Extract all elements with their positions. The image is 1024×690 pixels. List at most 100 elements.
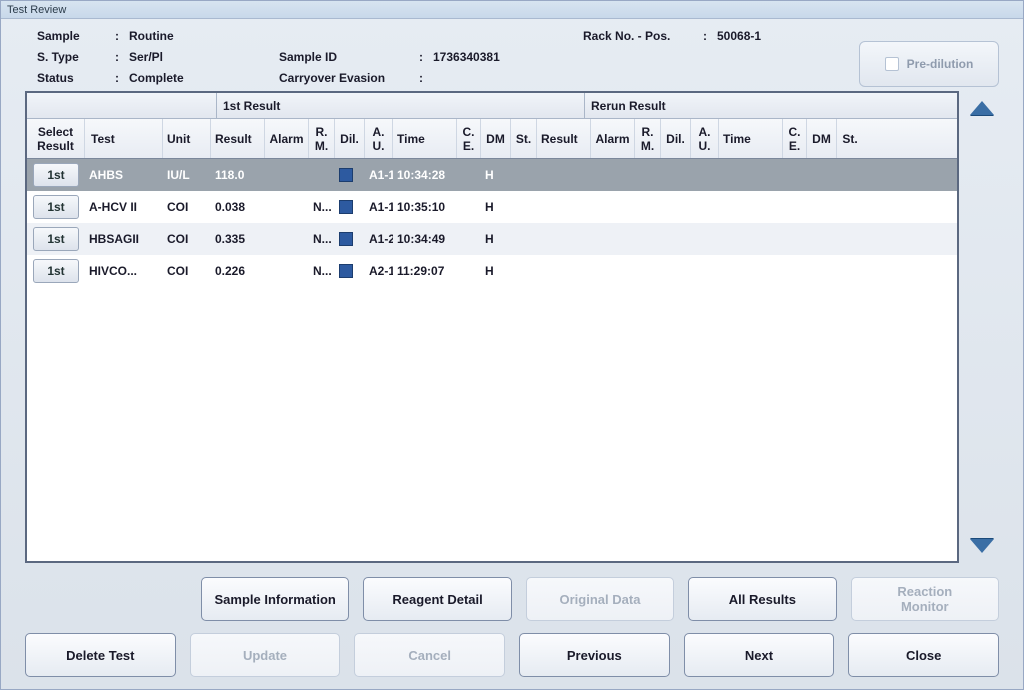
cancel-button[interactable]: Cancel [354, 633, 505, 677]
vertical-scrollbar[interactable] [965, 91, 999, 563]
col-ce[interactable]: C. E. [457, 119, 481, 158]
table-row[interactable]: 1stHBSAGIICOI0.335N...A1-210:34:49H [27, 223, 957, 255]
cell-result: 0.226 [211, 264, 265, 278]
column-headers: Select Result Test Unit Result Alarm R. … [27, 119, 957, 159]
col-rerun-au[interactable]: A. U. [691, 119, 719, 158]
cell-unit: IU/L [163, 168, 211, 182]
table-row[interactable]: 1stA-HCV IICOI0.038N...A1-110:35:10H [27, 191, 957, 223]
carryover-label: Carryover Evasion [279, 71, 419, 85]
cell-au: A1-1 [365, 200, 393, 214]
sampleid-value: 1736340381 [433, 50, 583, 64]
col-test[interactable]: Test [85, 119, 163, 158]
scroll-down-button[interactable] [965, 529, 999, 563]
chevron-up-icon [970, 101, 994, 115]
cell-dil [335, 232, 365, 246]
cell-result: 118.0 [211, 168, 265, 182]
cell-time: 11:29:07 [393, 264, 457, 278]
col-rerun-st[interactable]: St. [837, 119, 863, 158]
col-result[interactable]: Result [211, 119, 265, 158]
cell-rm: N... [309, 264, 335, 278]
select-result-button[interactable]: 1st [33, 259, 79, 283]
rows-container: 1stAHBSIU/L118.0A1-110:34:28H1stA-HCV II… [27, 159, 957, 561]
cell-dm: H [481, 200, 511, 214]
carryover-value [433, 71, 583, 85]
col-st[interactable]: St. [511, 119, 537, 158]
reaction-monitor-button[interactable]: Reaction Monitor [851, 577, 999, 621]
test-review-window: Test Review Sample : Routine Rack No. - … [0, 0, 1024, 690]
cell-unit: COI [163, 232, 211, 246]
sample-info-panel: Sample : Routine Rack No. - Pos. : 50068… [1, 19, 1023, 91]
col-time[interactable]: Time [393, 119, 457, 158]
reagent-detail-button[interactable]: Reagent Detail [363, 577, 511, 621]
status-label: Status [37, 71, 115, 85]
col-unit[interactable]: Unit [163, 119, 211, 158]
cell-dil [335, 264, 365, 278]
col-rerun-alarm[interactable]: Alarm [591, 119, 635, 158]
cell-time: 10:35:10 [393, 200, 457, 214]
col-rerun-dil[interactable]: Dil. [661, 119, 691, 158]
col-dm[interactable]: DM [481, 119, 511, 158]
button-row-1: Sample Information Reagent Detail Origin… [1, 571, 1023, 627]
dilution-icon [339, 200, 353, 214]
cell-test: HIVCO... [85, 264, 163, 278]
col-rerun-time[interactable]: Time [719, 119, 783, 158]
table-row[interactable]: 1st HIVCO...COI0.226 N... A2-111:29:07 H [27, 255, 957, 287]
pre-dilution-label: Pre-dilution [907, 57, 974, 71]
cell-rm: N... [309, 232, 335, 246]
cell-test: HBSAGII [85, 232, 163, 246]
window-titlebar: Test Review [1, 1, 1023, 19]
col-rerun-rm[interactable]: R. M. [635, 119, 661, 158]
close-button[interactable]: Close [848, 633, 999, 677]
col-dil[interactable]: Dil. [335, 119, 365, 158]
window-title: Test Review [7, 4, 66, 16]
select-result-button[interactable]: 1st [33, 163, 79, 187]
cell-unit: COI [163, 264, 211, 278]
sample-information-button[interactable]: Sample Information [201, 577, 349, 621]
group-header-select [27, 93, 217, 118]
status-value: Complete [129, 71, 279, 85]
previous-button[interactable]: Previous [519, 633, 670, 677]
checkbox-icon [885, 57, 899, 71]
cell-dil [335, 200, 365, 214]
cell-dm: H [481, 264, 511, 278]
pre-dilution-button[interactable]: Pre-dilution [859, 41, 999, 87]
button-row-2: Delete Test Update Cancel Previous Next … [1, 627, 1023, 689]
chevron-down-icon [970, 539, 994, 553]
cell-au: A2-1 [365, 264, 393, 278]
cell-test: A-HCV II [85, 200, 163, 214]
select-result-button[interactable]: 1st [33, 227, 79, 251]
dilution-icon [339, 168, 353, 182]
col-rerun-ce[interactable]: C. E. [783, 119, 807, 158]
original-data-button[interactable]: Original Data [526, 577, 674, 621]
cell-dm: H [481, 168, 511, 182]
cell-unit: COI [163, 200, 211, 214]
rack-value: 50068-1 [717, 29, 867, 43]
col-alarm[interactable]: Alarm [265, 119, 309, 158]
sample-label: Sample [37, 29, 115, 43]
update-button[interactable]: Update [190, 633, 341, 677]
select-result-button[interactable]: 1st [33, 195, 79, 219]
all-results-button[interactable]: All Results [688, 577, 836, 621]
results-grid: 1st Result Rerun Result Select Result Te… [25, 91, 959, 563]
group-header-first-result: 1st Result [217, 93, 585, 118]
cell-au: A1-1 [365, 168, 393, 182]
cell-result: 0.335 [211, 232, 265, 246]
col-select-result[interactable]: Select Result [27, 119, 85, 158]
stype-label: S. Type [37, 50, 115, 64]
next-button[interactable]: Next [684, 633, 835, 677]
dilution-icon [339, 264, 353, 278]
sampleid-label: Sample ID [279, 50, 419, 64]
col-rm[interactable]: R. M. [309, 119, 335, 158]
dilution-icon [339, 232, 353, 246]
cell-rm: N... [309, 200, 335, 214]
cell-dil [335, 168, 365, 182]
col-rerun-result[interactable]: Result [537, 119, 591, 158]
scroll-up-button[interactable] [965, 91, 999, 125]
table-row[interactable]: 1stAHBSIU/L118.0A1-110:34:28H [27, 159, 957, 191]
col-au[interactable]: A. U. [365, 119, 393, 158]
cell-au: A1-2 [365, 232, 393, 246]
rack-label: Rack No. - Pos. [583, 29, 703, 43]
sample-value: Routine [129, 29, 279, 43]
col-rerun-dm[interactable]: DM [807, 119, 837, 158]
delete-test-button[interactable]: Delete Test [25, 633, 176, 677]
